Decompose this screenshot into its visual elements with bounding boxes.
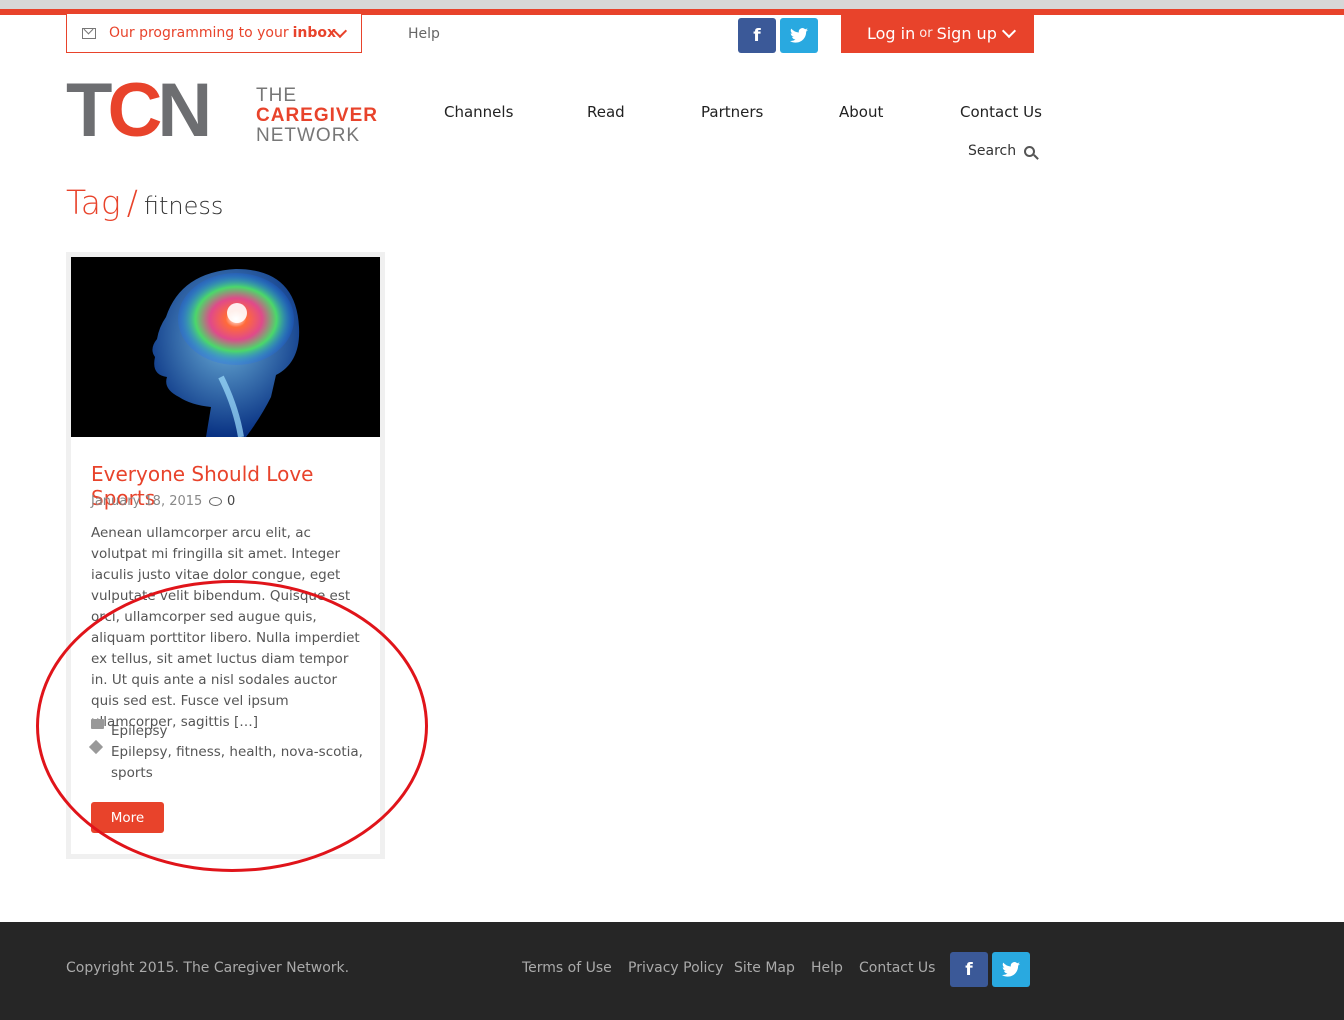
facebook-icon: f [753, 25, 761, 46]
logo-n: N [157, 68, 212, 153]
envelope-icon [82, 27, 96, 39]
footer-twitter-button[interactable] [992, 952, 1030, 987]
brain-xray-image [71, 257, 380, 437]
post-date: January 18, 2015 [91, 494, 203, 509]
facebook-button[interactable]: f [738, 18, 776, 53]
page-title-prefix: Tag [66, 183, 121, 222]
comments-link[interactable]: 0 [209, 494, 235, 509]
logo-text-caregiver: CAREGIVER [256, 105, 378, 126]
twitter-icon [790, 28, 808, 43]
twitter-icon [1002, 962, 1020, 977]
facebook-icon: f [965, 959, 973, 980]
footer-contact-link[interactable]: Contact Us [859, 960, 935, 976]
logo-text-network: NETWORK [256, 125, 361, 146]
logo-tc: TC [66, 68, 162, 153]
post-tags[interactable]: Epilepsy, fitness, health, nova-scotia, … [111, 742, 371, 784]
page-title-tag: fitness [143, 192, 224, 220]
tag-icon [88, 739, 104, 755]
nav-about[interactable]: About [839, 103, 883, 121]
post-card: Everyone Should Love Sports January 18, … [66, 252, 385, 859]
page-title: Tag / fitness [66, 183, 223, 222]
footer-facebook-button[interactable]: f [950, 952, 988, 987]
login-label: Log in [867, 24, 916, 43]
footer-help-link[interactable]: Help [811, 960, 843, 976]
copyright-text: Copyright 2015. The Caregiver Network. [66, 960, 350, 976]
chevron-down-icon [1001, 23, 1017, 39]
signup-label: Sign up [936, 24, 997, 43]
login-signup-button[interactable]: Log in or Sign up [841, 14, 1034, 53]
nav-contact-us[interactable]: Contact Us [960, 103, 1042, 121]
comment-bubble-icon [209, 497, 222, 506]
footer-sitemap-link[interactable]: Site Map [734, 960, 795, 976]
footer: Copyright 2015. The Caregiver Network. T… [0, 922, 1344, 1020]
logo-text-the: THE [256, 85, 297, 106]
search-toggle[interactable]: Search [968, 143, 1036, 159]
category-link[interactable]: Epilepsy [111, 723, 168, 739]
search-label: Search [968, 143, 1017, 159]
nav-channels[interactable]: Channels [444, 103, 513, 121]
post-excerpt: Aenean ullamcorper arcu elit, ac volutpa… [91, 525, 360, 730]
newsletter-label-bold: inbox [292, 25, 337, 41]
site-logo[interactable]: TCN THE CAREGIVER NETWORK [66, 73, 377, 149]
twitter-button[interactable] [780, 18, 818, 53]
comment-count: 0 [227, 494, 236, 509]
newsletter-dropdown-button[interactable]: Our programming to your inbox [66, 14, 362, 53]
folder-icon [91, 719, 104, 729]
search-icon [1024, 145, 1036, 157]
footer-privacy-link[interactable]: Privacy Policy [628, 960, 723, 976]
footer-terms-link[interactable]: Terms of Use [522, 960, 612, 976]
post-thumbnail[interactable] [71, 257, 380, 437]
help-link[interactable]: Help [408, 26, 440, 42]
page-title-slash: / [126, 183, 138, 222]
more-button[interactable]: More [91, 802, 164, 833]
newsletter-label: Our programming to your [109, 25, 289, 41]
login-or: or [919, 26, 933, 41]
logo-mark: TCN [66, 73, 212, 149]
top-gray-strip [0, 0, 1344, 9]
nav-partners[interactable]: Partners [701, 103, 763, 121]
nav-read[interactable]: Read [587, 103, 625, 121]
